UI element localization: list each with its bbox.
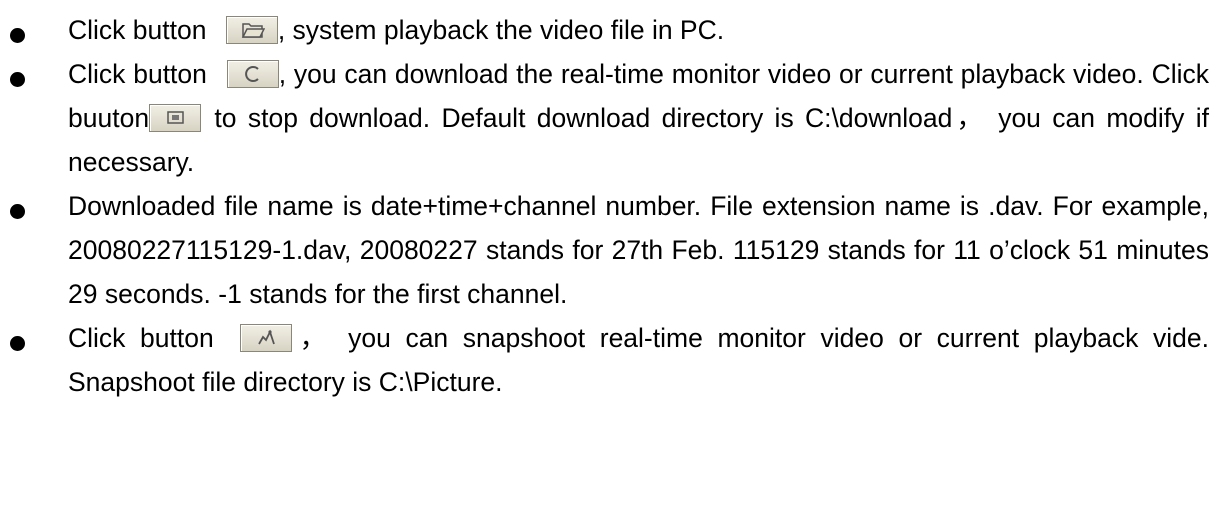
text-segment: to stop download. Default download direc… <box>68 103 1209 177</box>
bullet-icon <box>10 336 25 351</box>
text-segment: , system playback the video file in PC. <box>277 15 725 45</box>
text-segment: Click button <box>68 59 215 89</box>
bullet-icon <box>10 204 25 219</box>
text-segment: ， you can snapshoot real-time monitor vi… <box>68 323 1209 397</box>
paragraph: Click button , system playback the video… <box>68 8 1209 52</box>
document-body: Click button , system playback the video… <box>0 8 1221 404</box>
open-file-button[interactable] <box>225 16 278 44</box>
download-button[interactable] <box>226 60 279 88</box>
list-item-snapshot: Click button ， you can snapshoot real-ti… <box>0 316 1221 404</box>
snapshot-button[interactable] <box>240 324 293 352</box>
list-item-download: Click button , you can download the real… <box>0 52 1221 184</box>
bullet-icon <box>10 72 25 87</box>
text-segment: Click button <box>68 15 214 45</box>
snapshot-icon <box>258 329 276 345</box>
text-segment: Click button <box>68 323 229 353</box>
list-item-playback: Click button , system playback the video… <box>0 8 1221 52</box>
paragraph: Click button ， you can snapshoot real-ti… <box>68 316 1209 404</box>
stop-download-icon <box>167 111 184 124</box>
download-icon <box>244 66 259 82</box>
paragraph: Click button , you can download the real… <box>68 52 1209 184</box>
bullet-icon <box>10 28 25 43</box>
folder-icon <box>241 23 265 38</box>
paragraph: Downloaded file name is date+time+channe… <box>68 191 1209 309</box>
stop-download-button[interactable] <box>149 104 202 132</box>
list-item-file-name: Downloaded file name is date+time+channe… <box>0 184 1221 316</box>
